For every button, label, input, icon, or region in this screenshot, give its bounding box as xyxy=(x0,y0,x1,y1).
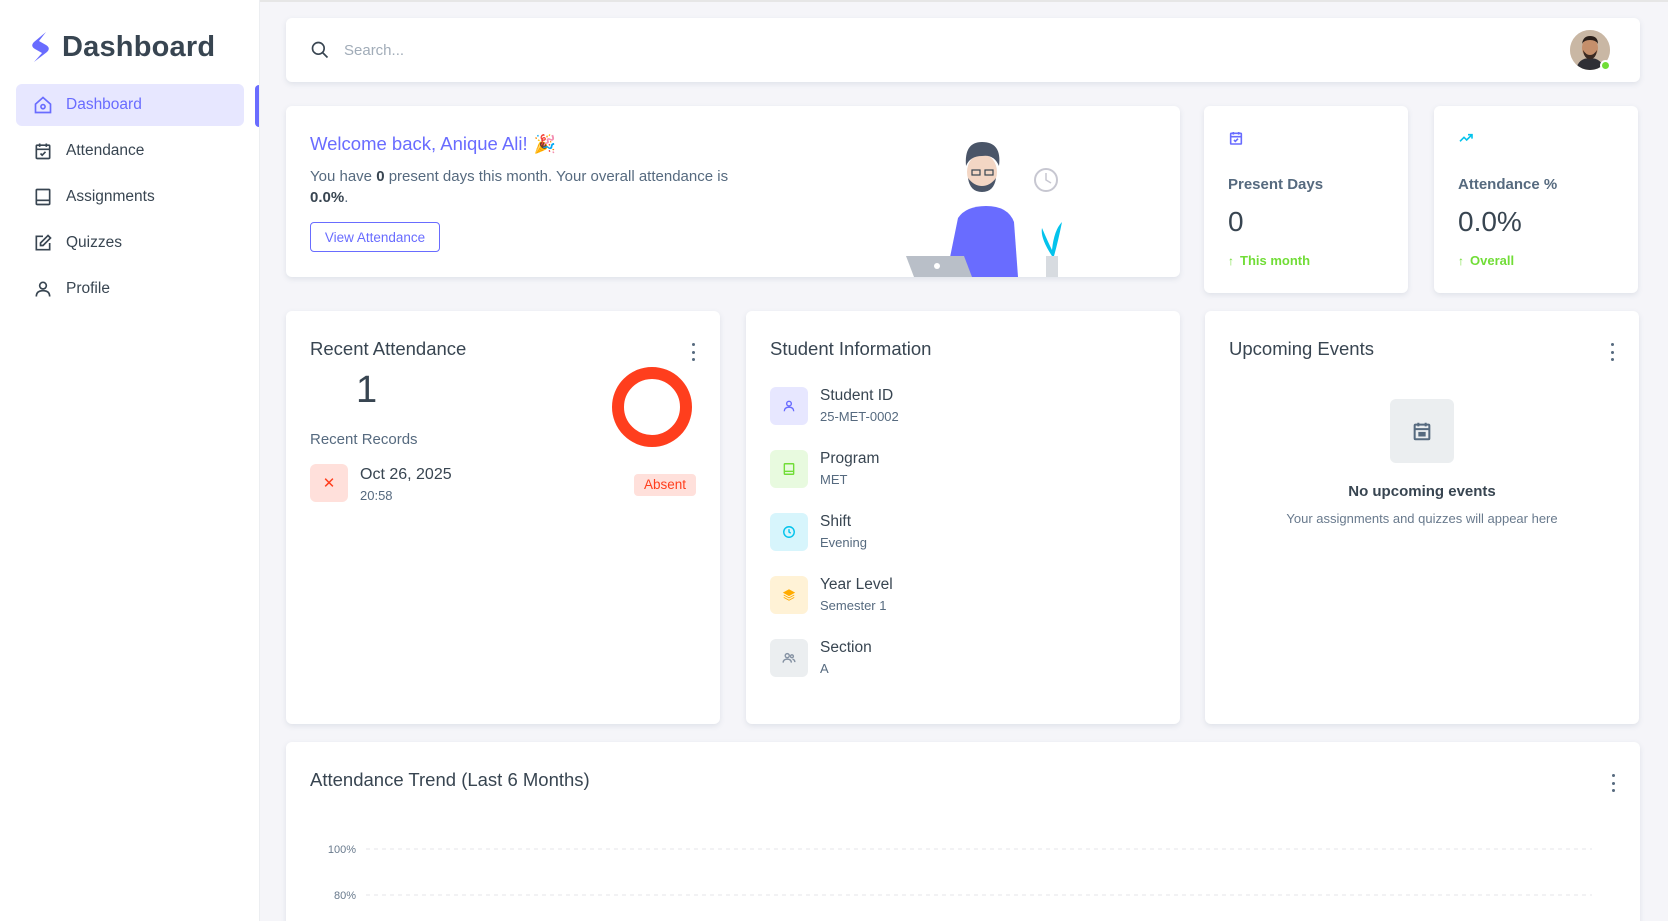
attendance-trend-card: Attendance Trend (Last 6 Months) 100% 80… xyxy=(286,742,1640,921)
home-icon xyxy=(32,94,54,116)
card-title: Attendance Trend (Last 6 Months) xyxy=(310,769,590,790)
party-icon: 🎉 xyxy=(533,133,557,154)
close-icon: ✕ xyxy=(310,464,348,502)
arrow-up-icon: ↑ xyxy=(1228,253,1234,268)
welcome-message: You have 0 present days this month. Your… xyxy=(310,166,760,208)
empty-state-subtitle: Your assignments and quizzes will appear… xyxy=(1286,511,1558,526)
info-shift: Shift Evening xyxy=(770,513,1150,551)
welcome-overall: 0.0% xyxy=(310,189,345,206)
sidebar-item-label: Assignments xyxy=(66,188,155,205)
user-icon xyxy=(770,387,808,425)
stat-trend: ↑ This month xyxy=(1228,253,1310,268)
info-value: Evening xyxy=(820,535,867,550)
attendance-record: ✕ Oct 26, 2025 20:58 Absent xyxy=(310,464,696,504)
search-input[interactable] xyxy=(344,34,944,66)
info-value: A xyxy=(820,661,829,676)
welcome-text-prefix: You have xyxy=(310,168,377,185)
attendance-trend-chart: 100% 80% xyxy=(328,844,1592,902)
welcome-title: Welcome back, Anique Ali! 🎉 xyxy=(310,133,556,155)
book-icon xyxy=(770,450,808,488)
welcome-card: Welcome back, Anique Ali! 🎉 You have 0 p… xyxy=(286,106,1180,277)
donut-absent-ring xyxy=(612,367,692,447)
sidebar-item-label: Profile xyxy=(66,280,110,297)
brand-name: Dashboard xyxy=(62,30,216,63)
record-date: Oct 26, 2025 xyxy=(360,466,452,483)
sidebar-item-attendance[interactable]: Attendance xyxy=(16,130,244,172)
calendar-icon xyxy=(1390,399,1454,463)
sidebar-item-label: Quizzes xyxy=(66,234,122,251)
trending-up-icon xyxy=(1459,133,1473,142)
more-options-icon[interactable] xyxy=(1610,774,1616,792)
info-label: Program xyxy=(820,450,880,467)
info-value: MET xyxy=(820,472,848,487)
arrow-up-icon: ↑ xyxy=(1458,253,1464,268)
info-section: Section A xyxy=(770,639,1150,677)
welcome-present-days: 0 xyxy=(376,168,385,185)
present-days-card: Present Days 0 ↑ This month xyxy=(1204,106,1408,293)
clock-icon xyxy=(770,513,808,551)
calendar-check-icon xyxy=(1229,132,1243,145)
stat-trend: ↑ Overall xyxy=(1458,253,1514,268)
attendance-donut-chart xyxy=(612,367,692,447)
sidebar: Dashboard Dashboard Attendance Assignmen… xyxy=(0,0,260,921)
status-badge: Absent xyxy=(633,474,696,496)
info-value: Semester 1 xyxy=(820,598,887,613)
attendance-percent-card: Attendance % 0.0% ↑ Overall xyxy=(1434,106,1638,293)
info-value: 25-MET-0002 xyxy=(820,409,899,424)
info-label: Student ID xyxy=(820,387,894,404)
recent-records-label: Recent Records xyxy=(310,431,418,448)
calendar-check-icon xyxy=(32,140,54,162)
online-status-dot xyxy=(1600,60,1611,71)
user-icon xyxy=(32,278,54,300)
sidebar-item-assignments[interactable]: Assignments xyxy=(16,176,244,218)
welcome-illustration xyxy=(906,142,1062,277)
layers-icon xyxy=(770,576,808,614)
users-icon xyxy=(770,639,808,677)
view-attendance-button[interactable]: View Attendance xyxy=(310,222,440,252)
info-label: Section xyxy=(820,639,872,656)
stat-label: Present Days xyxy=(1228,176,1324,193)
sidebar-item-label: Attendance xyxy=(66,142,145,159)
more-options-icon[interactable] xyxy=(1609,343,1615,361)
info-label: Shift xyxy=(820,513,852,530)
sidebar-menu: Dashboard Attendance Assignments Quizzes… xyxy=(16,84,244,314)
sidebar-item-label: Dashboard xyxy=(66,96,142,113)
welcome-text-middle: present days this month. Your overall at… xyxy=(384,168,729,185)
welcome-text-suffix: . xyxy=(344,189,349,206)
y-tick-label: 100% xyxy=(328,844,356,856)
card-title: Recent Attendance xyxy=(310,338,467,359)
stat-trend-label: This month xyxy=(1240,253,1311,268)
brand-logo-icon xyxy=(32,32,49,62)
edit-icon xyxy=(32,232,54,254)
card-title: Student Information xyxy=(770,338,932,359)
info-student-id: Student ID 25-MET-0002 xyxy=(770,387,1150,425)
attendance-count: 1 xyxy=(356,369,378,411)
sidebar-item-dashboard[interactable]: Dashboard xyxy=(16,84,244,126)
stat-trend-label: Overall xyxy=(1470,253,1515,268)
search-icon xyxy=(311,41,329,59)
student-information-card: Student Information Student ID 25-MET-00… xyxy=(746,311,1180,724)
info-program: Program MET xyxy=(770,450,1150,488)
empty-state-title: No upcoming events xyxy=(1348,483,1496,500)
upcoming-events-card: Upcoming Events No upcoming events Your … xyxy=(1205,311,1639,724)
stat-label: Attendance % xyxy=(1458,176,1558,193)
sidebar-item-quizzes[interactable]: Quizzes xyxy=(16,222,244,264)
sidebar-item-profile[interactable]: Profile xyxy=(16,268,244,310)
info-year-level: Year Level Semester 1 xyxy=(770,576,1150,614)
card-title: Upcoming Events xyxy=(1229,338,1374,359)
more-options-icon[interactable] xyxy=(690,343,696,361)
book-icon xyxy=(32,186,54,208)
top-navbar xyxy=(286,18,1640,82)
active-indicator xyxy=(255,85,259,127)
record-time: 20:58 xyxy=(360,488,393,503)
y-tick-label: 80% xyxy=(334,890,356,902)
recent-attendance-card: Recent Attendance 1 Recent Records ✕ Oct… xyxy=(286,311,720,724)
info-label: Year Level xyxy=(820,576,893,593)
student-info-list: Student ID 25-MET-0002 Program MET Shift… xyxy=(770,387,1150,702)
brand[interactable]: Dashboard xyxy=(28,28,215,66)
stat-value: 0 xyxy=(1228,206,1244,237)
welcome-title-text: Welcome back, Anique Ali! xyxy=(310,133,528,154)
stat-value: 0.0% xyxy=(1458,206,1522,237)
